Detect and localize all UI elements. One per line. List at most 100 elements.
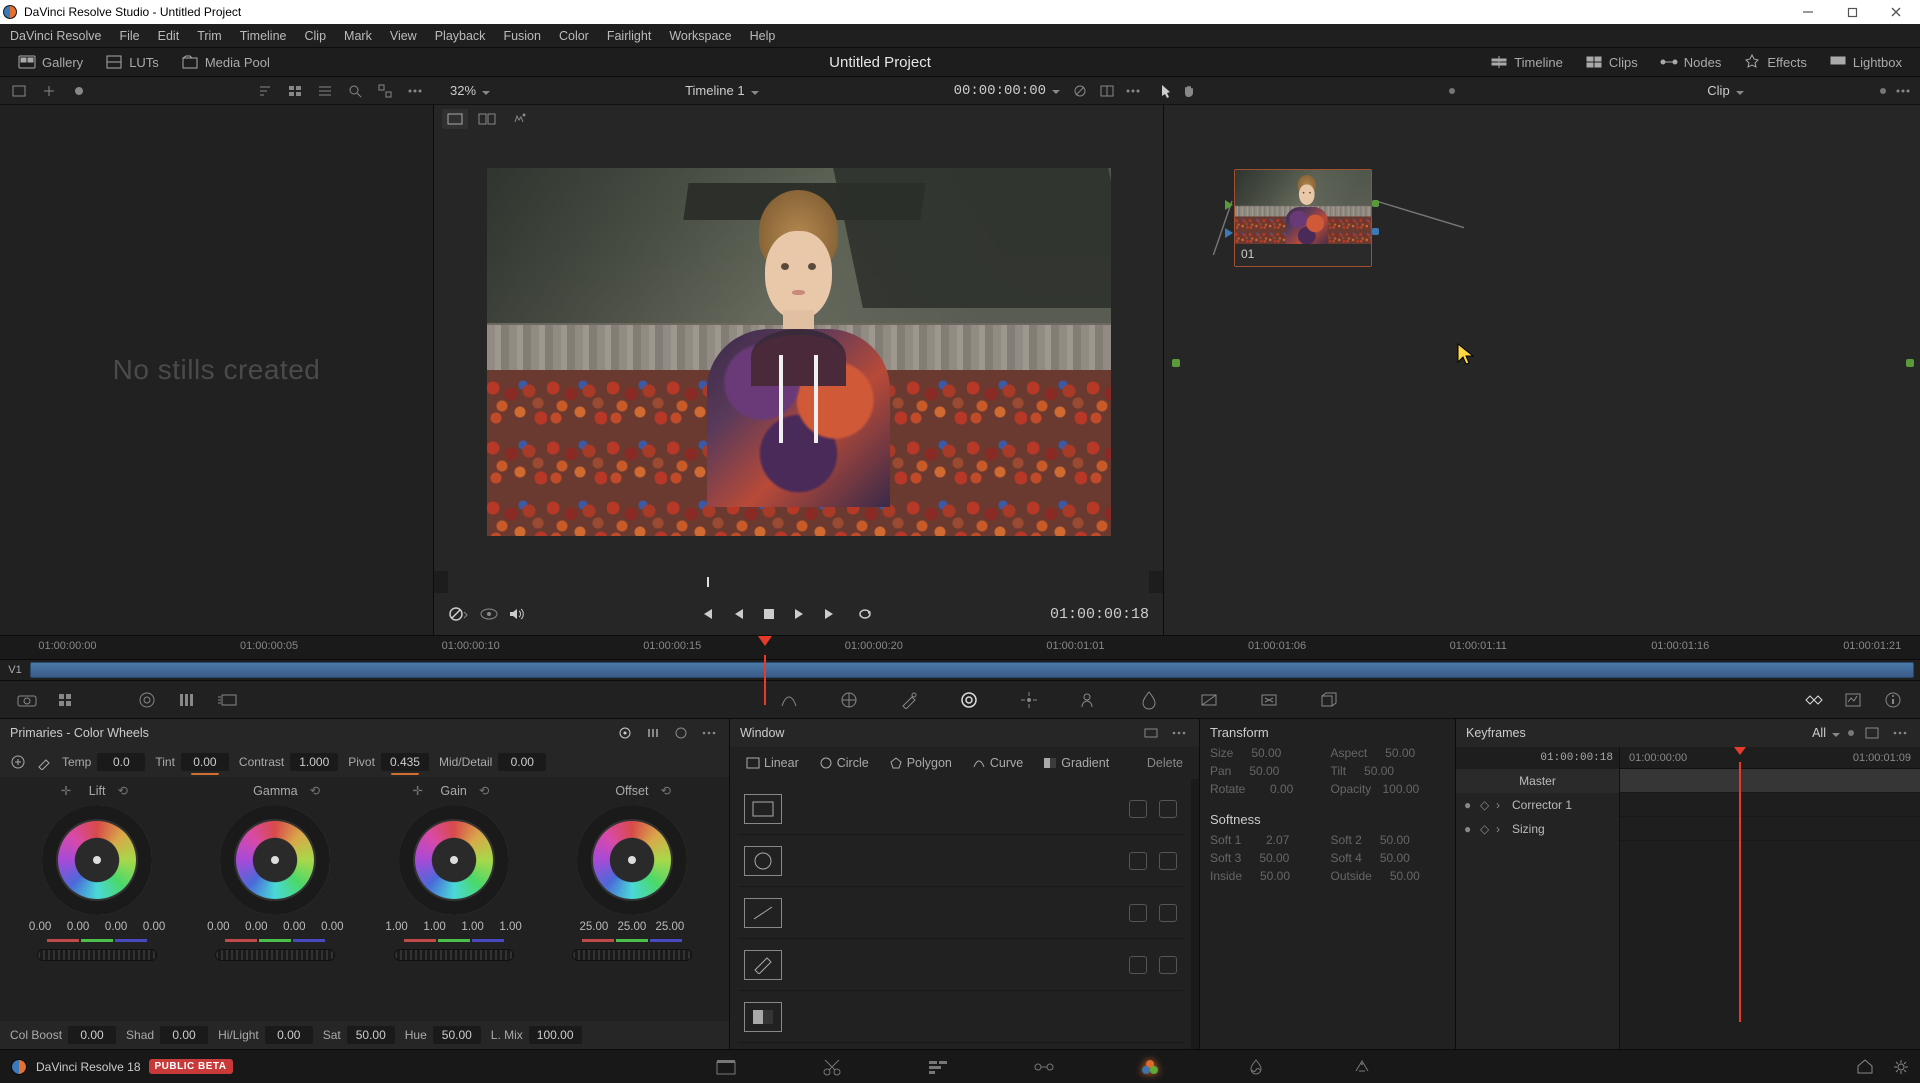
window-invert-toggle[interactable]: [1129, 852, 1147, 870]
soft1-value[interactable]: 2.07: [1245, 833, 1289, 847]
menu-edit[interactable]: Edit: [149, 29, 189, 43]
deliver-page-button[interactable]: [1349, 1054, 1375, 1080]
soft4-value[interactable]: 50.00: [1366, 851, 1410, 865]
menu-help[interactable]: Help: [741, 29, 785, 43]
timeline-selector[interactable]: Timeline 1: [685, 83, 758, 98]
project-settings-button[interactable]: [1892, 1058, 1910, 1076]
node-alpha-output[interactable]: [1372, 228, 1379, 235]
tint-value[interactable]: 0.00: [181, 753, 229, 771]
middetail-value[interactable]: 0.00: [498, 753, 546, 771]
node-rgb-output[interactable]: [1372, 200, 1379, 207]
window-close-button[interactable]: [1874, 0, 1918, 24]
gain-picker-icon[interactable]: ✛: [412, 783, 428, 799]
add-linear-window[interactable]: Linear: [740, 753, 805, 773]
add-polygon-window[interactable]: Polygon: [883, 753, 958, 773]
scopes-palette[interactable]: [1840, 687, 1866, 713]
edit-page-button[interactable]: [925, 1054, 951, 1080]
menu-mark[interactable]: Mark: [335, 29, 381, 43]
sort-button[interactable]: [252, 80, 278, 102]
temp-value[interactable]: 0.0: [97, 753, 145, 771]
gain-reset-button[interactable]: ⟲: [479, 783, 495, 799]
timeline-toggle[interactable]: Timeline: [1480, 49, 1573, 75]
gamma-master-slider[interactable]: [215, 949, 335, 961]
diamond-icon[interactable]: ◇: [1480, 822, 1492, 836]
viewer-options-button[interactable]: [1126, 89, 1140, 93]
media-page-button[interactable]: [713, 1054, 739, 1080]
menu-playback[interactable]: Playback: [426, 29, 495, 43]
soft2-value[interactable]: 50.00: [1366, 833, 1410, 847]
lift-picker-icon[interactable]: ✛: [61, 783, 77, 799]
window-invert-toggle[interactable]: [1129, 904, 1147, 922]
lightbox-toggle[interactable]: Lightbox: [1819, 49, 1912, 75]
clips-toggle[interactable]: Clips: [1575, 49, 1648, 75]
qualifier-palette[interactable]: [896, 687, 922, 713]
gain-color-wheel[interactable]: [399, 805, 509, 915]
rgb-mixer-palette[interactable]: [174, 687, 200, 713]
search-button[interactable]: [342, 80, 368, 102]
offset-reset-button[interactable]: ⟲: [660, 783, 676, 799]
nodes-toggle[interactable]: Nodes: [1650, 49, 1732, 75]
effects-toggle[interactable]: Effects: [1733, 49, 1817, 75]
viewer-video-frame[interactable]: [487, 168, 1111, 536]
keyframes-palette[interactable]: [1800, 687, 1826, 713]
gamma-color-wheel[interactable]: [220, 805, 330, 915]
filter-button[interactable]: [372, 80, 398, 102]
add-circle-window[interactable]: Circle: [813, 753, 875, 773]
window-row-linear[interactable]: [738, 783, 1183, 835]
menu-workspace[interactable]: Workspace: [660, 29, 740, 43]
record-button[interactable]: [66, 80, 92, 102]
outside-value[interactable]: 50.00: [1376, 869, 1420, 883]
menu-davinci-resolve[interactable]: DaVinci Resolve: [4, 29, 110, 43]
lmix-value[interactable]: 100.00: [529, 1026, 582, 1044]
pointer-tool[interactable]: [1160, 84, 1172, 98]
menu-timeline[interactable]: Timeline: [231, 29, 296, 43]
menu-fusion[interactable]: Fusion: [494, 29, 550, 43]
camera-raw-palette[interactable]: [14, 687, 40, 713]
timeline-clip[interactable]: [30, 662, 1914, 678]
info-palette[interactable]: [1880, 687, 1906, 713]
wheels-mode-bars[interactable]: [643, 723, 663, 743]
wheels-mode-log[interactable]: [671, 723, 691, 743]
3d-palette[interactable]: [1316, 687, 1342, 713]
hdr-wheels-palette[interactable]: [134, 687, 160, 713]
delete-window-button[interactable]: Delete: [1141, 753, 1189, 773]
lift-color-wheel[interactable]: [42, 805, 152, 915]
viewer-timecode[interactable]: 00:00:00:00: [954, 83, 1060, 99]
gallery-toggle[interactable]: Gallery: [8, 49, 93, 75]
hue-value[interactable]: 50.00: [433, 1026, 481, 1044]
stills-album-button[interactable]: [6, 80, 32, 102]
keyframes-expand[interactable]: [1862, 723, 1882, 743]
color-warper-palette[interactable]: [836, 687, 862, 713]
node-alpha-input[interactable]: [1225, 228, 1233, 238]
stop-button[interactable]: [763, 608, 775, 620]
keyframe-tree-corrector[interactable]: ●◇›Corrector 1: [1456, 793, 1619, 817]
window-options[interactable]: [1169, 723, 1189, 743]
sat-value[interactable]: 50.00: [347, 1026, 395, 1044]
fusion-page-button[interactable]: [1031, 1054, 1057, 1080]
node-rgb-input[interactable]: [1225, 200, 1233, 210]
gamma-values[interactable]: 0.000.000.000.00: [201, 921, 349, 933]
colboost-value[interactable]: 0.00: [68, 1026, 116, 1044]
add-curve-window[interactable]: Curve: [966, 753, 1029, 773]
grab-still-button[interactable]: [36, 80, 62, 102]
image-wipe-button[interactable]: [1072, 84, 1088, 98]
keyframe-tree-sizing[interactable]: ●◇›Sizing: [1456, 817, 1619, 841]
pick-white-point-button[interactable]: [36, 754, 52, 770]
menu-view[interactable]: View: [381, 29, 426, 43]
window-invert-toggle[interactable]: [1129, 800, 1147, 818]
window-maximize-button[interactable]: [1830, 0, 1874, 24]
node-graph-source[interactable]: [1172, 359, 1180, 367]
lift-reset-button[interactable]: ⟲: [117, 783, 133, 799]
play-button[interactable]: [793, 607, 805, 621]
offset-master-slider[interactable]: [572, 949, 692, 961]
window-preset-button[interactable]: [1141, 723, 1161, 743]
timeline-playhead[interactable]: [758, 636, 772, 646]
gallery-options-button[interactable]: [402, 80, 428, 102]
media-pool-toggle[interactable]: Media Pool: [171, 49, 280, 75]
viewer-mode-enhanced[interactable]: [506, 109, 532, 129]
window-minimize-button[interactable]: [1786, 0, 1830, 24]
viewer-mode-fit[interactable]: [442, 109, 468, 129]
menu-color[interactable]: Color: [550, 29, 598, 43]
window-scrollbar[interactable]: [1191, 779, 1199, 1049]
menu-trim[interactable]: Trim: [188, 29, 231, 43]
